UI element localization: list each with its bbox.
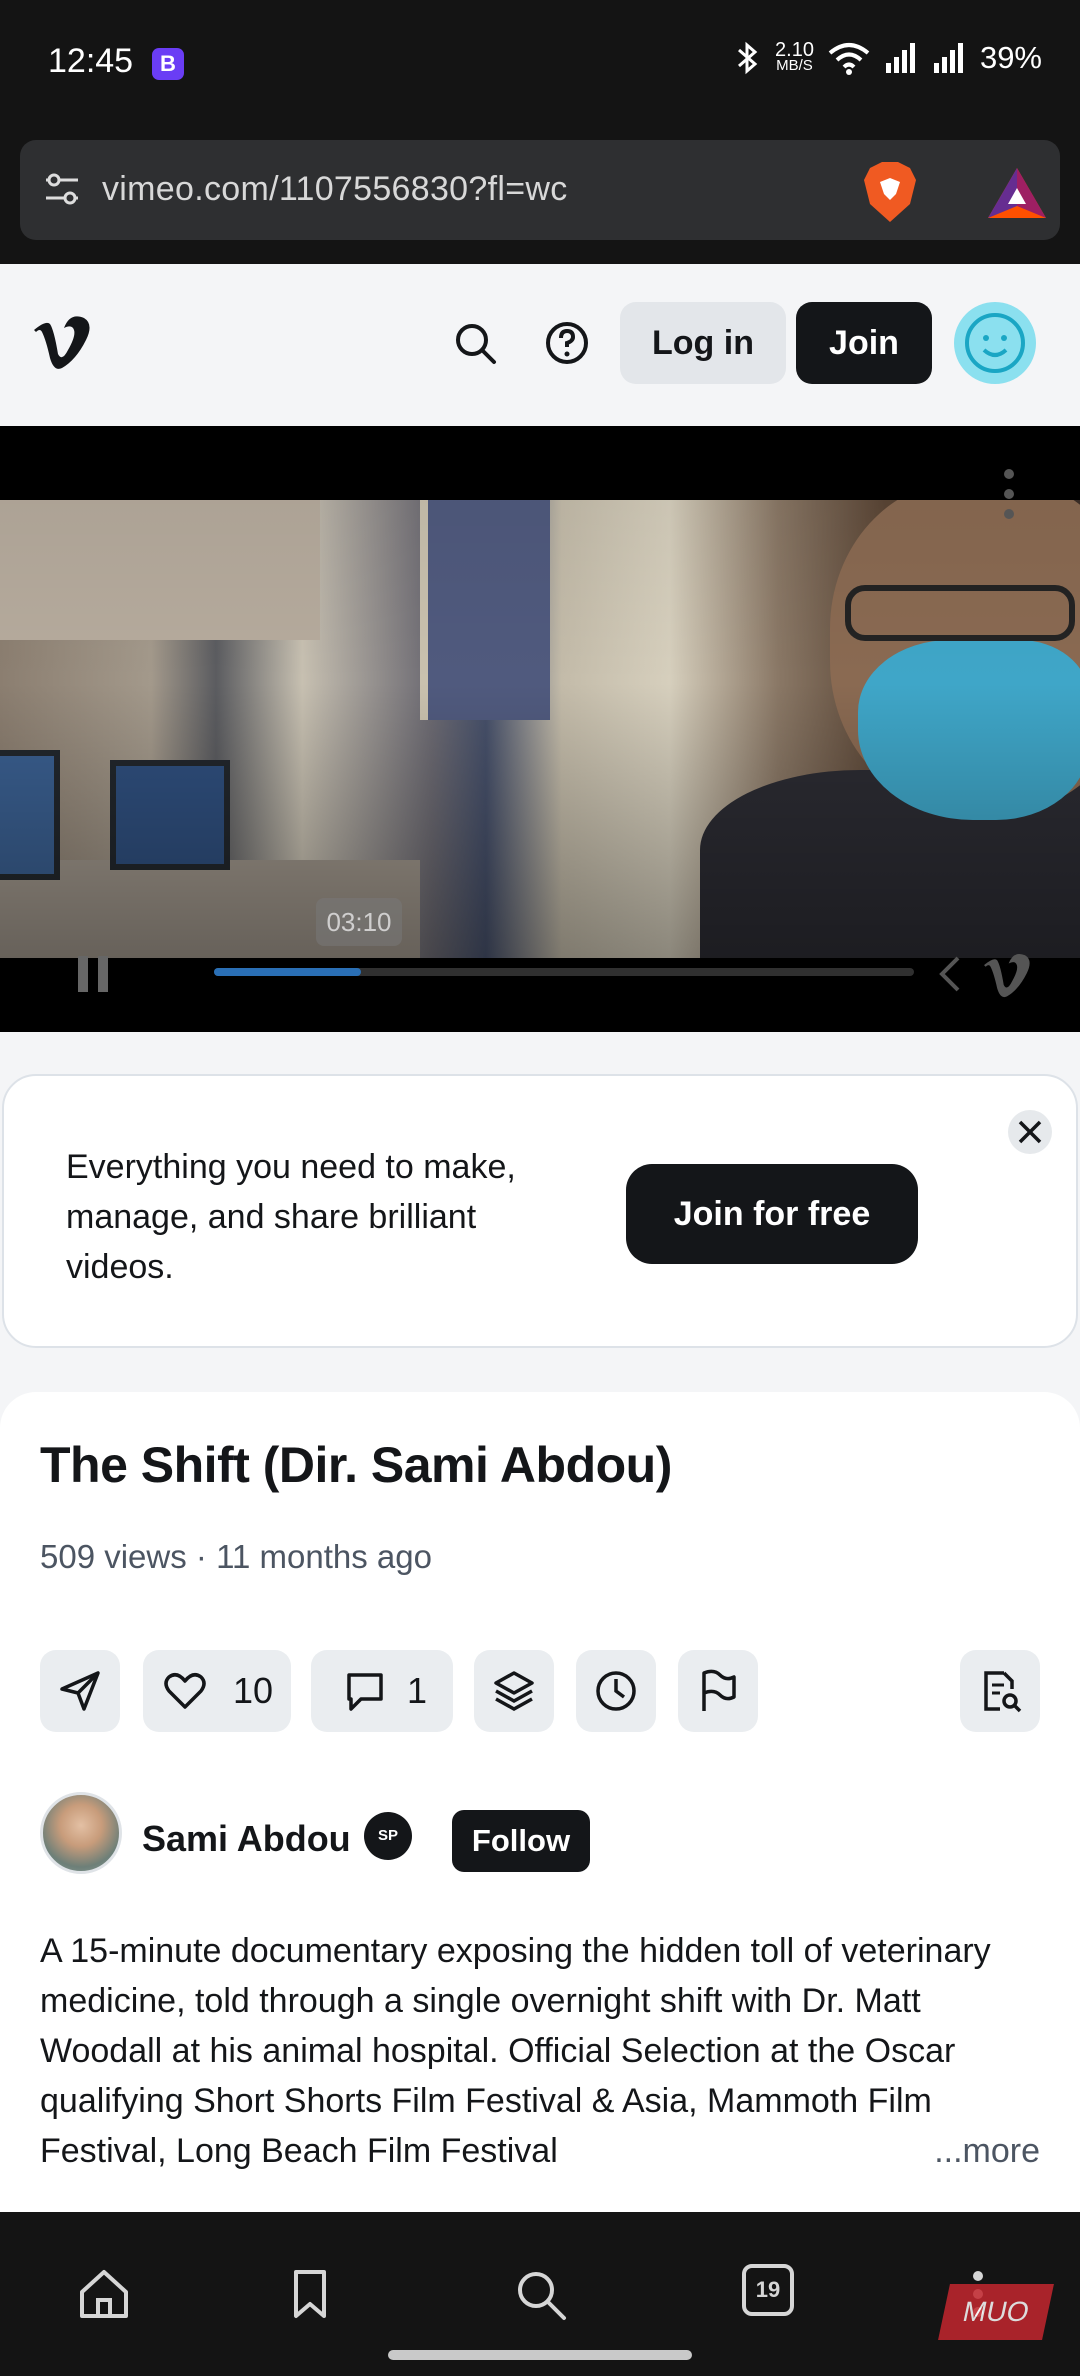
network-speed-unit: MB/S [776, 57, 813, 74]
creator-name[interactable]: Sami Abdou [142, 1818, 351, 1860]
video-details: The Shift (Dir. Sami Abdou) 509 views · … [0, 1392, 1080, 2212]
heart-icon [164, 1673, 206, 1709]
vimeo-logo-icon[interactable] [32, 314, 92, 370]
notification-badge-icon: B [152, 48, 184, 80]
search-icon[interactable] [452, 320, 498, 366]
promo-banner: Everything you need to make, manage, and… [2, 1074, 1078, 1348]
join-for-free-button[interactable]: Join for free [626, 1164, 918, 1264]
browser-toolbar: vimeo.com/1107556830?fl=wc [0, 130, 1080, 264]
status-time: 12:45 [48, 42, 134, 80]
bookmark-icon[interactable] [282, 2266, 338, 2322]
report-button[interactable] [678, 1650, 758, 1732]
search-icon[interactable] [512, 2266, 568, 2322]
like-count: 10 [233, 1670, 274, 1711]
status-indicators: 2.10 MB/S 39% [735, 40, 1042, 76]
video-title: The Shift (Dir. Sami Abdou) [40, 1437, 672, 1493]
video-frame[interactable] [0, 500, 1080, 958]
document-search-icon [984, 1671, 1022, 1713]
home-icon[interactable] [76, 2266, 132, 2322]
join-button[interactable]: Join [796, 302, 932, 384]
status-bar: 12:45 B 2.10 MB/S 39% [0, 0, 1080, 130]
signal-icon [885, 43, 915, 73]
browser-bottom-bar: 19 MUO [0, 2212, 1080, 2376]
tabs-button[interactable]: 19 [742, 2264, 794, 2316]
video-player[interactable]: 03:10 [0, 426, 1080, 1032]
site-header: Log in Join [0, 264, 1080, 426]
comment-count: 1 [407, 1670, 428, 1711]
progress-bar[interactable] [214, 968, 914, 976]
url-text[interactable]: vimeo.com/1107556830?fl=wc [102, 170, 568, 209]
collections-button[interactable] [474, 1650, 554, 1732]
flag-icon [702, 1669, 736, 1711]
transcript-button[interactable] [960, 1650, 1040, 1732]
comment-button[interactable]: 1 [311, 1650, 453, 1732]
battery-level: 39% [979, 40, 1042, 75]
share-button[interactable] [40, 1650, 120, 1732]
help-icon[interactable] [544, 320, 590, 366]
bluetooth-icon [738, 41, 758, 75]
action-bar: 10 1 [40, 1650, 1040, 1732]
player-more-icon[interactable] [1003, 466, 1015, 522]
smiley-avatar-icon [965, 313, 1025, 373]
wifi-icon [828, 43, 870, 75]
seek-time-tooltip: 03:10 [316, 898, 402, 946]
watermark-badge: MUO [938, 2284, 1054, 2340]
account-avatar[interactable] [954, 302, 1036, 384]
brave-shields-icon[interactable] [860, 160, 920, 224]
clock-icon [596, 1671, 636, 1711]
brave-rewards-icon[interactable] [986, 166, 1048, 220]
login-button[interactable]: Log in [620, 302, 786, 384]
pause-icon[interactable] [76, 954, 110, 994]
pro-badge-icon: SP [364, 1812, 412, 1860]
follow-button[interactable]: Follow [452, 1810, 590, 1872]
signal-icon-2 [933, 43, 963, 73]
vimeo-watermark-icon[interactable] [982, 952, 1032, 998]
home-indicator[interactable] [388, 2350, 692, 2360]
video-meta: 509 views · 11 months ago [40, 1538, 432, 1575]
promo-text: Everything you need to make, manage, and… [66, 1148, 516, 1286]
close-promo-button[interactable] [1008, 1110, 1052, 1154]
network-speed-value: 2.10 [775, 39, 814, 61]
video-shade [0, 500, 1080, 958]
comment-icon [347, 1673, 383, 1711]
send-icon [60, 1671, 100, 1711]
progress-fill [214, 968, 361, 976]
close-icon [1018, 1120, 1042, 1144]
watch-later-button[interactable] [576, 1650, 656, 1732]
layers-icon [494, 1671, 534, 1712]
chevron-left-icon[interactable] [936, 954, 964, 994]
site-settings-icon[interactable] [42, 170, 82, 210]
creator-avatar[interactable] [40, 1792, 122, 1874]
like-button[interactable]: 10 [143, 1650, 291, 1732]
network-speed: 2.10 MB/S [775, 39, 814, 74]
more-link[interactable]: ...more [830, 2126, 1040, 2176]
address-bar[interactable]: vimeo.com/1107556830?fl=wc [20, 140, 1060, 240]
